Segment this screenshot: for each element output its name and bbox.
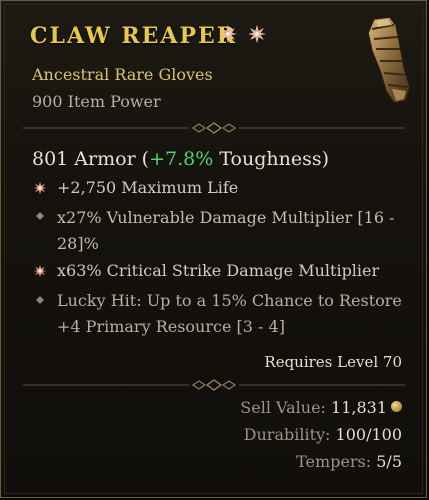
greater-affix-star-icon [248, 25, 266, 43]
gold-coin-icon [391, 401, 402, 412]
item-type: Ancestral Rare Gloves [32, 65, 213, 84]
affix-vulnerable-damage: x27% Vulnerable Damage Multiplier [16 - … [57, 205, 407, 257]
affix-critical-strike-damage: x63% Critical Strike Damage Multiplier [57, 261, 380, 280]
greater-affix-star-icon [33, 181, 47, 195]
sell-value-label: Sell Value: [240, 398, 326, 417]
durability-row: Durability: 100/100 [244, 425, 402, 444]
greater-affix-star-icon [33, 264, 47, 278]
gloves-icon [367, 16, 411, 104]
durability-value: 100/100 [335, 425, 402, 444]
sell-value-row: Sell Value: 11,831 [240, 398, 402, 417]
item-power: 900 Item Power [32, 92, 161, 111]
tempers-label: Tempers: [296, 452, 372, 471]
affix-line: Lucky Hit: Up to a 15% Chance to Restore [57, 291, 402, 310]
affix-diamond-icon [36, 212, 44, 220]
affix-lucky-hit: Lucky Hit: Up to a 15% Chance to Restore… [57, 288, 407, 340]
divider-ornament-icon [23, 379, 405, 391]
affix-diamond-icon [36, 296, 44, 304]
affix-maximum-life: +2,750 Maximum Life [57, 178, 239, 197]
affix-line: 28]% [57, 234, 99, 253]
item-tooltip: CLAW REAPER Ancestral Rare Gloves 900 It… [0, 0, 427, 498]
greater-affix-star-icon [219, 25, 237, 43]
divider-ornament-icon [23, 122, 405, 134]
tempers-value: 5/5 [376, 452, 402, 471]
item-name: CLAW REAPER [30, 23, 238, 49]
durability-label: Durability: [243, 425, 331, 444]
toughness-bonus: +7.8% [149, 148, 214, 170]
armor-line: 801 Armor (+7.8% Toughness) [32, 148, 329, 170]
tempers-row: Tempers: 5/5 [296, 452, 402, 471]
sell-value: 11,831 [331, 398, 387, 417]
level-requirement: Requires Level 70 [264, 353, 402, 371]
armor-value: 801 Armor ( [32, 148, 150, 170]
toughness-label: Toughness) [213, 148, 330, 170]
affix-line: +4 Primary Resource [3 - 4] [57, 317, 285, 336]
affix-line: x27% Vulnerable Damage Multiplier [16 - [57, 208, 395, 227]
greater-affix-markers [219, 25, 272, 47]
